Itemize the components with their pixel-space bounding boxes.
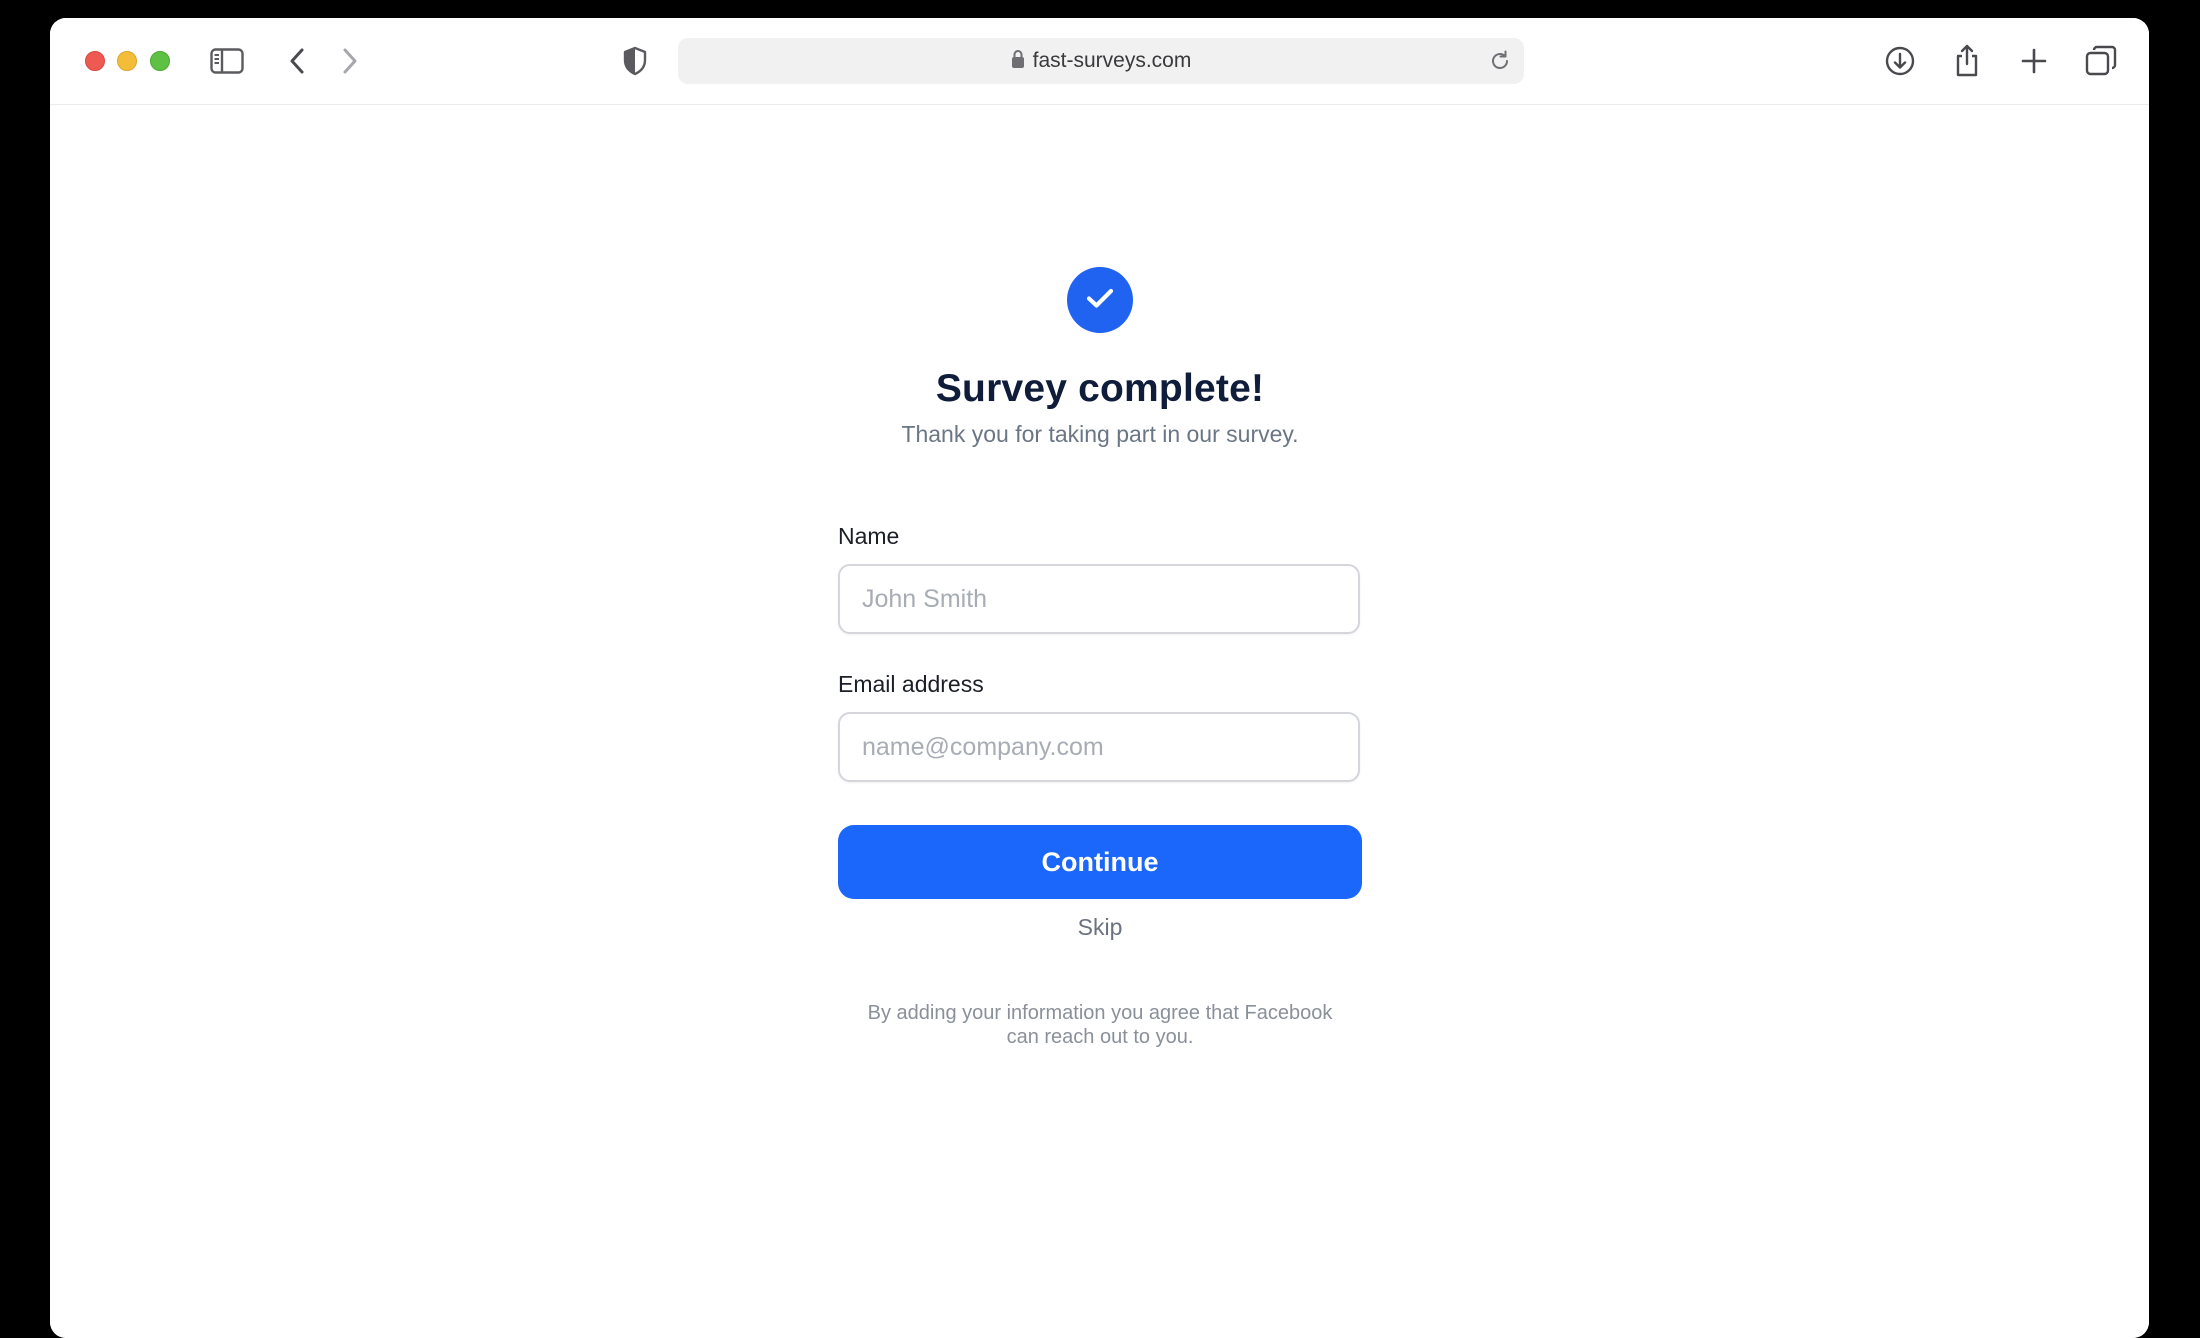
maximize-window-button[interactable]	[150, 51, 170, 71]
disclaimer: By adding your information you agree tha…	[838, 1001, 1362, 1049]
name-label: Name	[838, 523, 900, 549]
browser-window: fast-surveys.com Survey complete! Thank …	[50, 18, 2149, 1338]
name-input[interactable]	[838, 564, 1360, 634]
email-input[interactable]	[838, 712, 1360, 782]
page-subtitle: Thank you for taking part in our survey.	[901, 421, 1299, 447]
lock-icon	[1011, 49, 1025, 74]
close-window-button[interactable]	[85, 51, 105, 71]
sidebar-icon[interactable]	[209, 43, 245, 79]
plus-icon[interactable]	[2016, 43, 2052, 79]
skip-row: Skip	[50, 914, 2149, 941]
check-badge	[1067, 267, 1133, 333]
continue-button[interactable]: Continue	[838, 825, 1362, 899]
url-text: fast-surveys.com	[1032, 49, 1192, 72]
page-title: Survey complete!	[935, 367, 1265, 410]
checkmark-icon	[1085, 286, 1115, 315]
chevron-left-icon[interactable]	[279, 43, 315, 79]
shield-icon[interactable]	[617, 43, 653, 79]
minimize-window-button[interactable]	[117, 51, 137, 71]
reload-icon[interactable]	[1488, 49, 1512, 73]
disclaimer-line-2: can reach out to you.	[1006, 1026, 1194, 1048]
share-icon[interactable]	[1949, 43, 1985, 79]
download-icon[interactable]	[1882, 43, 1918, 79]
email-label: Email address	[838, 671, 984, 697]
browser-toolbar: fast-surveys.com	[50, 18, 2149, 105]
skip-link[interactable]: Skip	[1078, 914, 1123, 940]
tabs-overview-icon[interactable]	[2083, 43, 2119, 79]
address-bar[interactable]: fast-surveys.com	[678, 38, 1524, 84]
page-content: Survey complete! Thank you for taking pa…	[50, 105, 2149, 1338]
chevron-right-icon[interactable]	[332, 43, 368, 79]
disclaimer-line-1: By adding your information you agree tha…	[867, 1002, 1333, 1024]
